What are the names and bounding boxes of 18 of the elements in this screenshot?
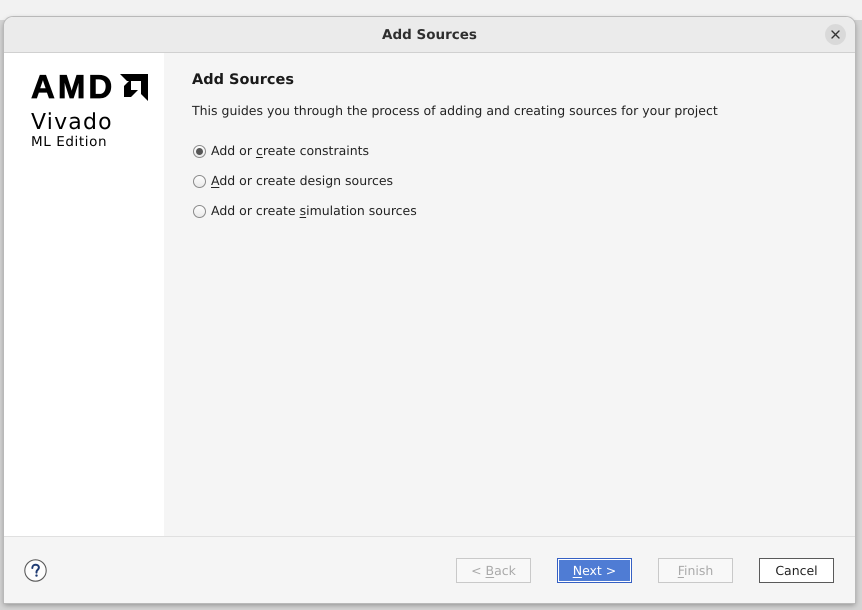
radio-button[interactable]	[193, 144, 206, 158]
page-heading: Add Sources	[192, 71, 294, 90]
radio-label[interactable]: Add or create design sources	[211, 172, 394, 190]
dialog-title: Add Sources	[382, 26, 477, 42]
close-icon	[831, 30, 840, 39]
close-button[interactable]	[825, 24, 846, 45]
radio-button[interactable]	[193, 204, 206, 218]
logo-arrow-icon	[120, 74, 148, 100]
help-icon[interactable]	[24, 558, 47, 582]
page-description: This guides you through the process of adding and creating sources for your project	[192, 102, 718, 120]
radio-label[interactable]: Add or create constraints	[211, 142, 370, 160]
radio-button[interactable]	[193, 174, 206, 188]
dialog-button[interactable]: Cancel	[759, 558, 834, 582]
brand-logo-text: AMD	[31, 69, 116, 105]
dialog-button[interactable]: Next >	[557, 558, 632, 582]
product-name: Vivado	[31, 111, 113, 135]
product-edition: ML Edition	[31, 135, 108, 149]
radio-label[interactable]: Add or create simulation sources	[211, 202, 417, 220]
